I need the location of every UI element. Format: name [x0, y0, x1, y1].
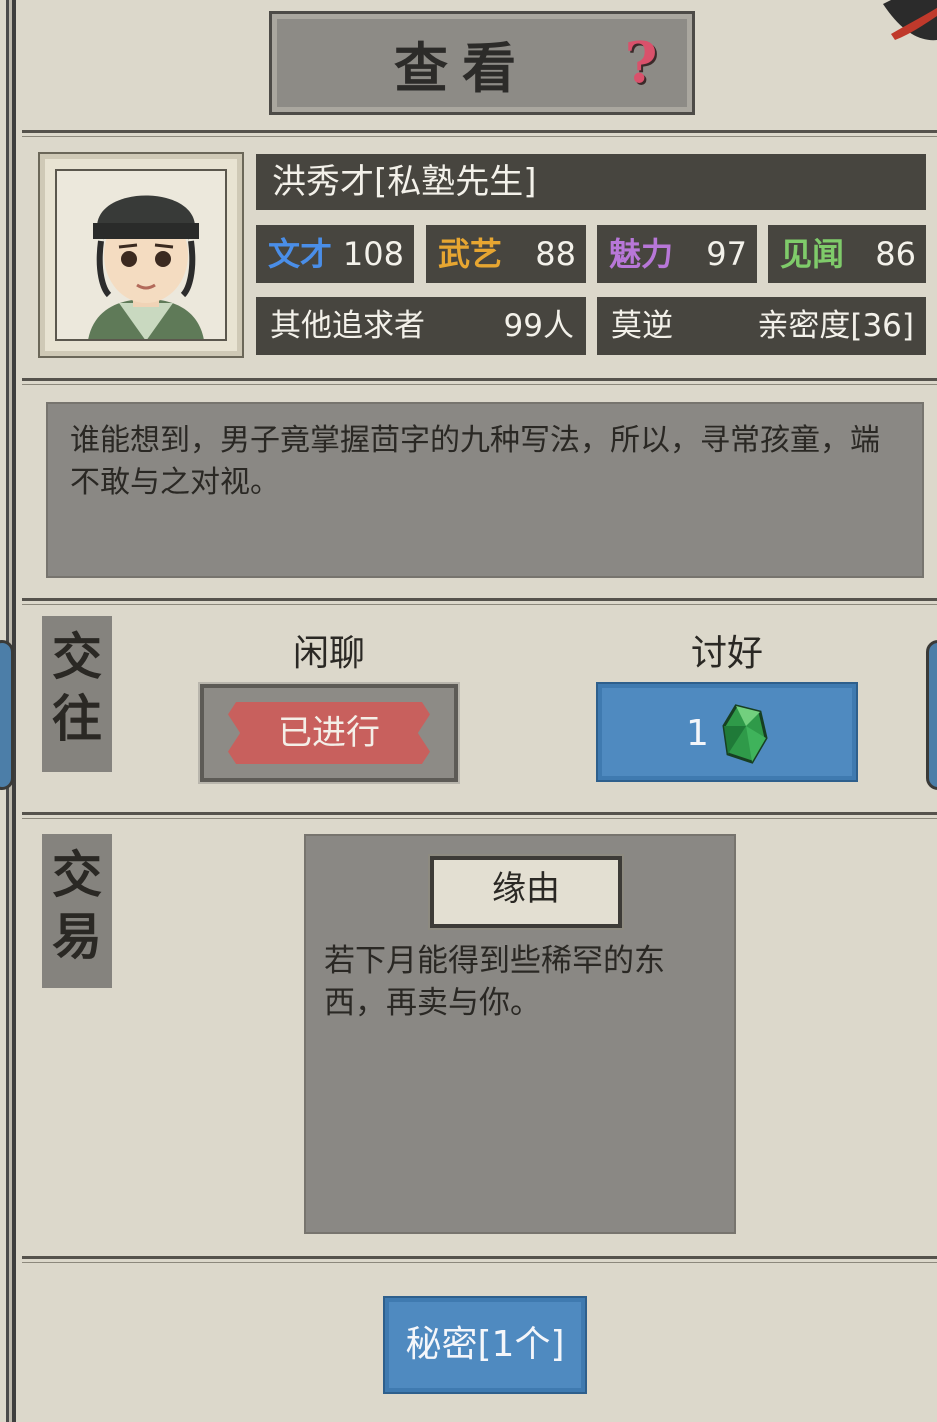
please-label: 讨好 — [690, 633, 763, 674]
tab-trade[interactable]: 交 易 — [42, 834, 112, 988]
page-title: 查看 — [394, 35, 530, 100]
stat-knowledge: 见闻 86 — [768, 225, 926, 283]
divider — [22, 136, 937, 137]
divider — [22, 384, 937, 385]
tab-char: 易 — [52, 907, 102, 966]
stat-label: 魅力 — [609, 235, 674, 273]
divider — [22, 130, 937, 133]
suitors-count: 99人 — [503, 308, 574, 344]
suitors-row: 其他追求者 99人 — [256, 297, 586, 355]
secret-button[interactable]: 秘密[1个] — [383, 1296, 587, 1394]
question-mark-icon[interactable]: ? — [617, 35, 665, 91]
stat-label: 见闻 — [780, 235, 845, 273]
divider — [22, 1256, 937, 1259]
left-scroll-handle[interactable] — [0, 640, 14, 790]
divider — [22, 604, 937, 605]
chat-status: 已进行 — [228, 702, 430, 764]
stat-value: 86 — [875, 235, 916, 273]
trade-panel: 缘由 若下月能得到些稀罕的东西，再卖与你。 — [304, 834, 736, 1234]
stat-charm: 魅力 97 — [597, 225, 757, 283]
stat-label: 文才 — [268, 235, 333, 273]
stat-value: 108 — [342, 235, 404, 273]
corner-decoration-icon — [883, 0, 937, 41]
stat-martial: 武艺 88 — [426, 225, 586, 283]
tab-interaction[interactable]: 交 往 — [42, 616, 112, 772]
please-cost: 1 — [686, 713, 709, 754]
green-gem-icon — [722, 704, 768, 764]
trade-reason-text: 若下月能得到些稀罕的东西，再卖与你。 — [324, 943, 665, 1021]
character-name: 洪秀才[私塾先生] — [256, 154, 926, 210]
relation-label: 莫逆 — [611, 308, 673, 344]
stat-value: 88 — [535, 235, 576, 273]
stat-literary: 文才 108 — [256, 225, 414, 283]
scholar-avatar-icon — [57, 171, 225, 339]
character-description: 谁能想到，男子竟掌握茴字的九种写法，所以，寻常孩童，端不敢与之对视。 — [46, 402, 924, 578]
intimacy-value: 亲密度[36] — [757, 308, 914, 344]
chat-label: 闲聊 — [292, 633, 365, 674]
suitors-label: 其他追求者 — [270, 308, 425, 344]
tab-char: 交 — [52, 627, 102, 686]
divider — [22, 598, 937, 601]
character-portrait — [38, 152, 244, 358]
please-button[interactable]: 1 — [596, 682, 858, 782]
divider — [22, 378, 937, 381]
divider — [22, 1262, 937, 1263]
right-scroll-handle[interactable] — [926, 640, 937, 790]
chat-button[interactable]: 已进行 — [198, 682, 460, 784]
stat-label: 武艺 — [438, 235, 503, 273]
stat-value: 97 — [706, 235, 747, 273]
tab-char: 交 — [52, 845, 102, 904]
relation-row: 莫逆 亲密度[36] — [597, 297, 926, 355]
divider — [22, 818, 937, 819]
tab-char: 往 — [52, 689, 102, 748]
reason-tag: 缘由 — [428, 854, 624, 930]
divider — [22, 812, 937, 815]
title-banner: 查看 ? — [269, 11, 695, 115]
